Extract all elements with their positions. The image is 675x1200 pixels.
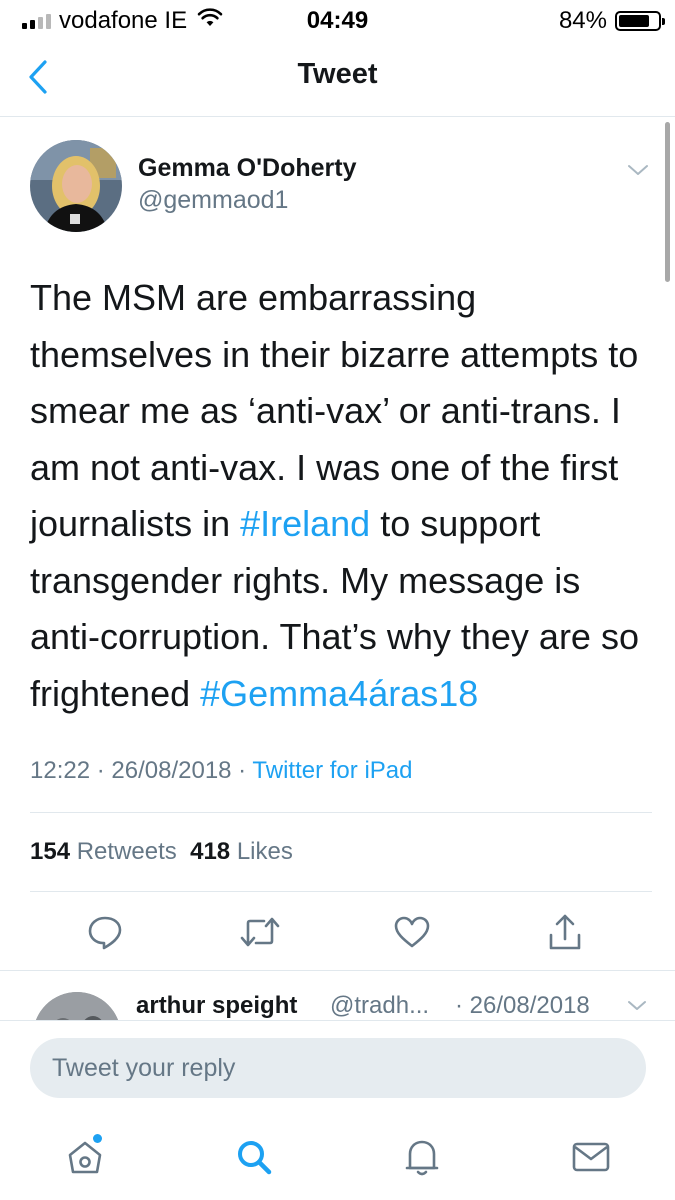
reply-author-handle[interactable]: @tradh... (330, 992, 429, 1020)
reply-date: · 26/08/2018 (455, 992, 590, 1019)
retweet-button[interactable] (238, 910, 282, 954)
status-right: 84% (558, 7, 665, 35)
reply-button[interactable] (83, 910, 127, 954)
reply-composer (0, 1020, 675, 1113)
share-icon (549, 914, 581, 950)
hashtag-gemma4aras18[interactable]: #Gemma4áras18 (200, 673, 478, 714)
tab-home[interactable] (60, 1132, 110, 1182)
scrollbar[interactable] (665, 122, 670, 282)
tweet-actions (0, 910, 675, 956)
divider (30, 812, 652, 813)
chevron-down-icon[interactable] (626, 997, 648, 1015)
messages-icon (572, 1142, 610, 1172)
author-handle[interactable]: @gemmaod1 (138, 186, 288, 215)
tweet-time: 12:22 (30, 757, 91, 784)
avatar[interactable] (33, 992, 121, 1020)
retweet-icon (240, 917, 280, 947)
retweets-stat[interactable]: 154 Retweets (30, 838, 177, 865)
notifications-icon (405, 1140, 439, 1176)
likes-stat[interactable]: 418 Likes (190, 838, 293, 865)
page-title: Tweet (297, 58, 378, 90)
reply-preview[interactable]: arthur speight @tradh... · 26/08/2018 (0, 970, 675, 1020)
reply-icon (88, 916, 122, 950)
battery-percent: 84% (558, 7, 607, 34)
status-bar: vodafone IE 04:49 84% (0, 0, 675, 38)
tab-notifications[interactable] (397, 1132, 447, 1182)
likes-count: 418 (190, 838, 231, 865)
avatar[interactable] (30, 140, 122, 232)
battery-icon (615, 11, 665, 31)
retweets-label: Retweets (76, 838, 177, 865)
reply-author-name[interactable]: arthur speight (136, 992, 297, 1020)
chevron-down-icon[interactable] (626, 160, 650, 180)
search-icon (238, 1141, 272, 1175)
battery-fill (619, 15, 649, 27)
notification-dot (93, 1134, 102, 1143)
tweet-source[interactable]: Twitter for iPad (252, 757, 412, 784)
author-name[interactable]: Gemma O'Doherty (138, 154, 357, 183)
tweet-author: Gemma O'Doherty @gemmaod1 (30, 140, 650, 235)
reply-input[interactable] (30, 1038, 646, 1098)
tweet-date: 26/08/2018 (111, 757, 232, 784)
divider (30, 891, 652, 892)
tweet-text: The MSM are embarrassing themselves in t… (30, 270, 650, 722)
tweet-stats: 154 Retweets 418 Likes (30, 838, 293, 866)
tab-bar (0, 1112, 675, 1200)
tweet-meta: 12:22 · 26/08/2018 · Twitter for iPad (30, 757, 413, 784)
like-icon (394, 916, 430, 948)
like-button[interactable] (390, 910, 434, 954)
tab-search[interactable] (229, 1132, 279, 1182)
tab-messages[interactable] (566, 1132, 616, 1182)
likes-label: Likes (236, 838, 293, 865)
share-button[interactable] (543, 910, 587, 954)
nav-bar: Tweet (0, 38, 675, 117)
retweets-count: 154 (30, 838, 71, 865)
hashtag-ireland[interactable]: #Ireland (240, 503, 370, 544)
